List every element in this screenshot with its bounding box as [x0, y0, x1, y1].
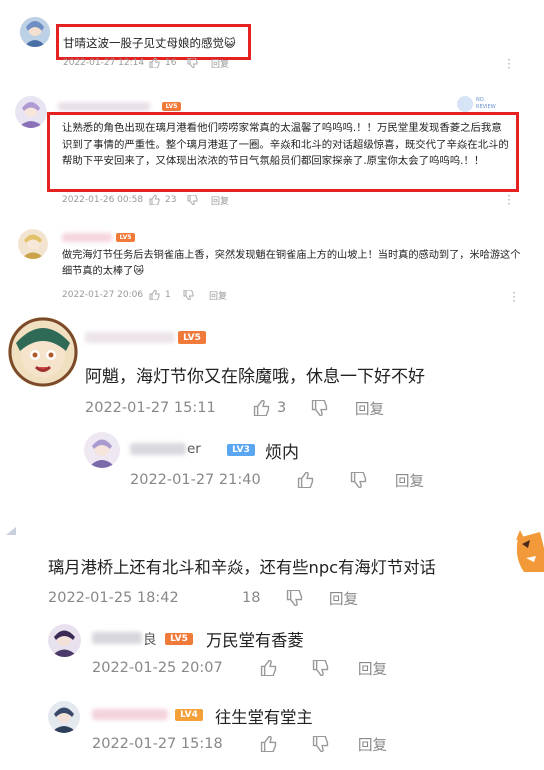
thumbs-down-icon[interactable]: [311, 399, 329, 417]
avatar-image: [48, 701, 80, 733]
level-badge: LV5: [178, 331, 206, 344]
avatar[interactable]: [15, 96, 47, 128]
username-blurred[interactable]: [62, 233, 112, 242]
reply-button[interactable]: 回复: [395, 470, 424, 491]
comment-time: 2022-01-27 15:11: [85, 400, 216, 416]
side-badge-label: NO. REVIEW: [476, 97, 496, 110]
username-blurred: [92, 632, 142, 644]
comment-time: 2022-01-26 00:58: [62, 195, 144, 205]
emoji-cat-icon: 😿: [133, 266, 144, 277]
more-options-icon[interactable]: · · ·: [506, 54, 512, 74]
reply-time: 2022-01-27 15:18: [92, 736, 223, 752]
username-blurred[interactable]: [58, 102, 150, 111]
comment-body: 做完海灯节任务后去铜雀庙上香，突然发现魈在铜雀庙上方的山坡上！当时真的感动到了，…: [62, 250, 521, 277]
like-count: 18: [242, 590, 261, 606]
like-count: 16: [165, 58, 177, 68]
reply-button[interactable]: 回复: [355, 398, 384, 419]
reply-meta: 2022-01-25 20:07 回复: [92, 658, 387, 678]
avatar[interactable]: [48, 701, 80, 733]
thumbs-down-icon[interactable]: [350, 471, 368, 489]
avatar-image: [8, 317, 78, 387]
avatar[interactable]: [8, 317, 78, 387]
comment-time: 2022-01-25 18:42: [48, 590, 179, 606]
avatar-image: [20, 17, 50, 47]
username-blurred: [130, 443, 186, 455]
like-count: 23: [165, 195, 177, 205]
username[interactable]: 良: [92, 630, 157, 648]
avatar-image: [84, 432, 120, 468]
comment-meta: 2022-01-27 20:06 1 回复: [62, 289, 227, 302]
reply-button[interactable]: 回复: [211, 194, 229, 207]
thumbs-up-icon[interactable]: [149, 57, 161, 69]
reply-text: 万民堂有香菱: [206, 631, 304, 650]
comment-body: 甘晴这波一股子见丈母娘的感觉: [63, 36, 224, 50]
thumbs-down-icon[interactable]: [312, 735, 330, 753]
comment-meta: 2022-01-25 18:42 18 回复: [48, 588, 358, 608]
username[interactable]: er: [130, 441, 201, 457]
reply-text: 往生堂有堂主: [215, 708, 313, 727]
avatar-image: [48, 624, 81, 657]
comment-meta: 2022-01-27 15:11 3 回复: [85, 398, 384, 418]
level-badge: LV3: [227, 444, 255, 456]
avatar[interactable]: [48, 624, 81, 657]
comment-text: 阿魈，海灯节你又在除魔哦，休息一下好不好: [85, 367, 425, 387]
level-badge: LV5: [165, 633, 193, 645]
level-badge: LV5: [162, 102, 181, 111]
thumbs-down-icon[interactable]: [312, 659, 330, 677]
reply-button[interactable]: 回复: [358, 658, 387, 679]
comment-meta: 2022-01-27 12:14 16 回复: [63, 57, 229, 70]
username-blurred[interactable]: [85, 332, 175, 343]
more-options-icon[interactable]: · · ·: [506, 190, 512, 210]
side-sticker: [510, 528, 544, 572]
side-badge-avatar: [457, 96, 473, 112]
thumbs-down-icon[interactable]: [286, 589, 304, 607]
reply-time: 2022-01-25 20:07: [92, 660, 223, 676]
reply-button[interactable]: 回复: [358, 734, 387, 755]
level-badge: LV4: [175, 709, 203, 721]
username-blurred[interactable]: [92, 709, 168, 720]
comment-text: 甘晴这波一股子见丈母娘的感觉😺: [63, 35, 235, 51]
thumbs-down-icon[interactable]: [187, 57, 199, 69]
reply-button[interactable]: 回复: [211, 57, 229, 70]
like-count: 1: [165, 290, 171, 300]
thumbs-up-icon[interactable]: [253, 399, 271, 417]
avatar[interactable]: [84, 432, 120, 468]
thumbs-down-icon[interactable]: [183, 289, 195, 301]
like-count: 3: [277, 400, 287, 416]
reply-button[interactable]: 回复: [329, 588, 358, 609]
thumbs-up-icon[interactable]: [149, 289, 161, 301]
username-suffix: 良: [143, 632, 157, 648]
comment-text: 璃月港桥上还有北斗和辛焱，还有些npc有海灯节对话: [48, 558, 436, 577]
reply-meta: 2022-01-27 15:18 回复: [92, 734, 387, 754]
reply-button[interactable]: 回复: [209, 289, 227, 302]
thumbs-up-icon[interactable]: [149, 194, 161, 206]
comment-text: 做完海灯节任务后去铜雀庙上香，突然发现魈在铜雀庙上方的山坡上！当时真的感动到了，…: [62, 248, 522, 280]
reply-meta: 2022-01-27 21:40 回复: [130, 470, 424, 490]
avatar-image: [15, 96, 47, 128]
thumbs-up-icon[interactable]: [260, 659, 278, 677]
avatar-image: [18, 229, 48, 259]
reply-time: 2022-01-27 21:40: [130, 472, 261, 488]
comment-text: 让熟悉的角色出现在璃月港看他们唠唠家常真的太温馨了呜呜呜.！！万民堂里发现香菱之…: [62, 122, 509, 167]
comment-time: 2022-01-27 20:06: [62, 290, 144, 300]
emoji-cat-icon: 😺: [224, 37, 236, 50]
comment-time: 2022-01-27 12:14: [63, 58, 145, 68]
avatar-partial[interactable]: [6, 520, 16, 535]
reply-text: 烦内: [265, 443, 299, 463]
thumbs-down-icon[interactable]: [187, 194, 199, 206]
thumbs-up-icon[interactable]: [260, 735, 278, 753]
thumbs-up-icon[interactable]: [297, 471, 315, 489]
more-options-icon[interactable]: · · ·: [511, 287, 517, 307]
avatar[interactable]: [20, 17, 50, 47]
comment-meta: 2022-01-26 00:58 23 回复: [62, 194, 229, 207]
username-suffix: er: [187, 441, 201, 457]
avatar[interactable]: [18, 229, 48, 259]
level-badge: LV5: [116, 233, 135, 242]
